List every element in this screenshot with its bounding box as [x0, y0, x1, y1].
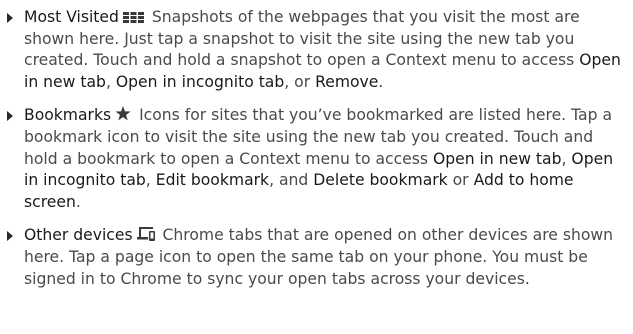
menu-option-delete-bookmark: Delete bookmark	[313, 171, 448, 190]
bullet-arrow-icon	[7, 231, 13, 242]
bullet-arrow-icon	[7, 13, 13, 23]
menu-option-open-new-tab: Open in new tab	[432, 149, 562, 168]
item-text: , and	[269, 171, 314, 190]
bullet-arrow-icon	[7, 111, 13, 122]
item-text: ,	[561, 149, 572, 168]
list-item-bookmarks: Bookmarks Icons for sites that you’ve bo…	[0, 105, 633, 213]
list-item-most-visited: Most Visited Snapshots of the webpages t…	[0, 7, 633, 93]
menu-option-remove: Remove	[315, 72, 379, 91]
item-text: .	[75, 192, 81, 211]
item-term: Bookmarks	[24, 106, 112, 125]
menu-option-open-incognito-tab: Open in incognito tab	[115, 72, 285, 91]
item-term: Other devices	[24, 226, 133, 245]
item-text: or	[447, 171, 474, 190]
item-text: , or	[284, 72, 316, 91]
menu-option-edit-bookmark: Edit bookmark	[155, 171, 270, 190]
item-term: Most Visited	[24, 8, 119, 26]
item-text: .	[378, 72, 384, 91]
feature-list: Most Visited Snapshots of the webpages t…	[0, 7, 633, 302]
item-text: ,	[145, 171, 156, 190]
star-icon	[115, 106, 131, 121]
devices-icon	[136, 227, 155, 242]
item-text: ,	[105, 72, 116, 91]
list-item-other-devices: Other devices Chrome tabs that are opene…	[0, 225, 633, 290]
grid-icon	[122, 12, 144, 23]
